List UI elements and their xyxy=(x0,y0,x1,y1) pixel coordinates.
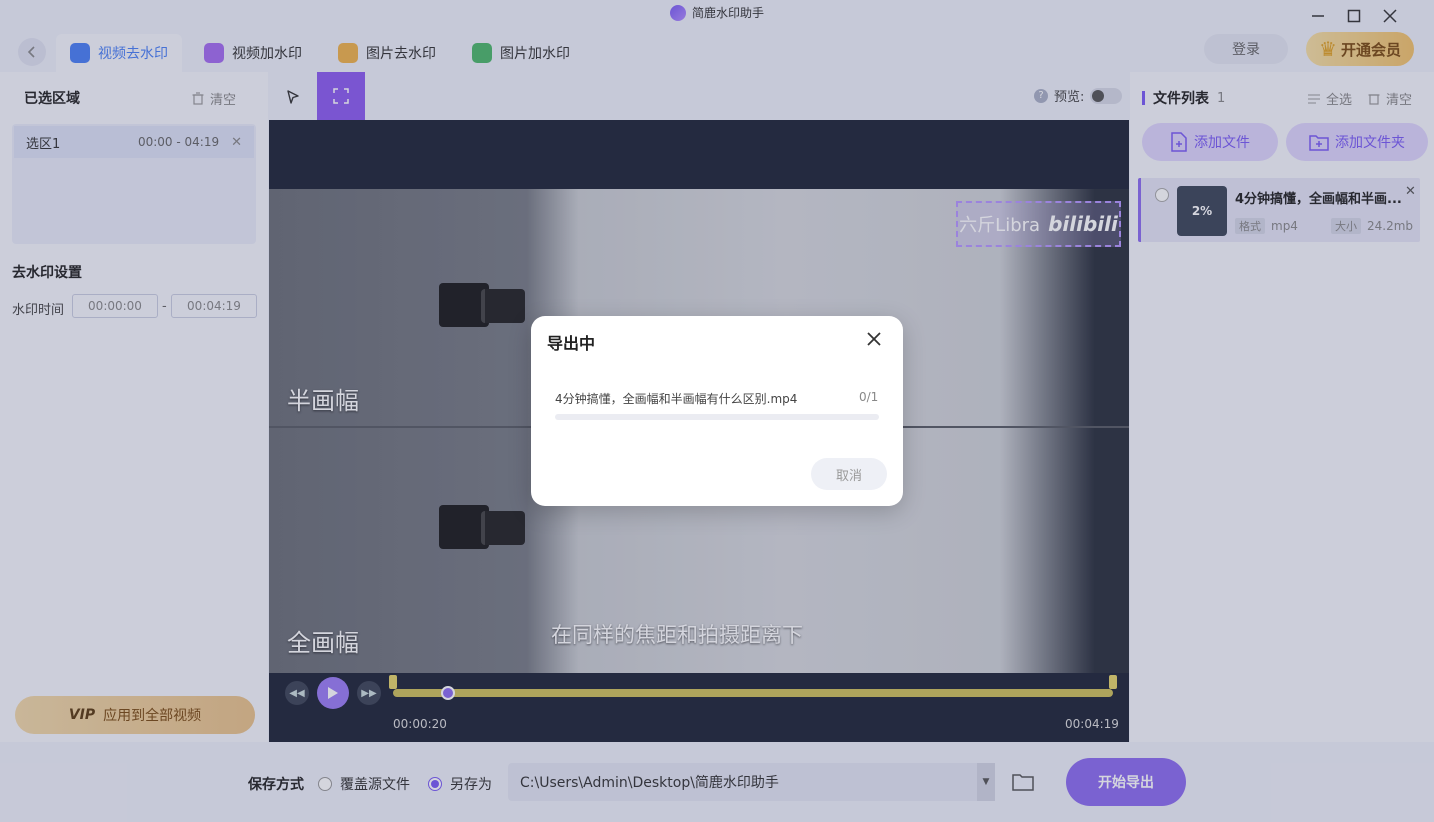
cancel-button[interactable]: 取消 xyxy=(811,458,887,490)
export-progress-bar xyxy=(555,414,879,420)
export-file-name: 4分钟搞懂，全画幅和半画幅有什么区别.mp4 xyxy=(555,392,798,406)
export-count: 0/1 xyxy=(859,390,879,404)
dialog-title: 导出中 xyxy=(547,334,596,353)
export-dialog: 导出中 4分钟搞懂，全画幅和半画幅有什么区别.mp4 0/1 取消 xyxy=(531,316,903,506)
close-icon[interactable] xyxy=(863,328,885,350)
